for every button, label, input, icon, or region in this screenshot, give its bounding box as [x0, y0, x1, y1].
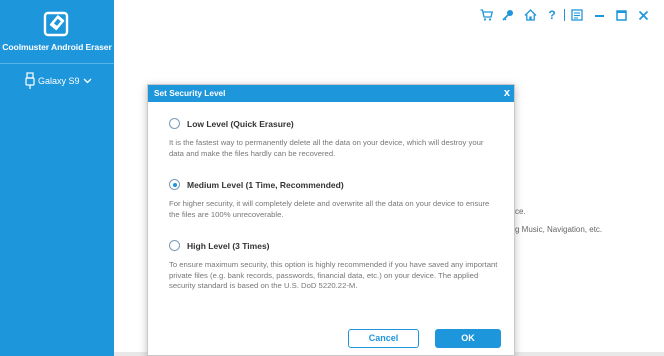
radio-medium-level[interactable]	[169, 179, 180, 190]
device-name: Galaxy S9	[38, 76, 80, 86]
maximize-icon[interactable]	[610, 6, 632, 24]
option-label: High Level (3 Times)	[187, 240, 270, 251]
minimize-icon[interactable]	[588, 6, 610, 24]
ok-button[interactable]: OK	[435, 329, 501, 348]
cart-icon[interactable]	[475, 6, 497, 24]
feedback-icon[interactable]	[566, 6, 588, 24]
device-selector[interactable]: Galaxy S9	[25, 71, 92, 91]
home-icon[interactable]	[519, 6, 541, 24]
option-low-level[interactable]: Low Level (Quick Erasure)	[169, 118, 294, 129]
help-icon[interactable]: ?	[541, 6, 563, 24]
key-icon[interactable]	[497, 6, 519, 24]
background-text-line: g Music, Navigation, etc.	[515, 225, 603, 234]
usb-icon	[25, 72, 35, 90]
option-medium-level[interactable]: Medium Level (1 Time, Recommended)	[169, 179, 344, 190]
option-description: For higher security, it will completely …	[169, 199, 490, 219]
option-description: To ensure maximum security, this option …	[169, 260, 498, 290]
dialog-close-icon[interactable]: x	[504, 85, 510, 102]
sidebar: Coolmuster Android Eraser Galaxy S9	[0, 0, 114, 356]
option-label: Low Level (Quick Erasure)	[187, 118, 294, 129]
background-text-line: ce.	[515, 207, 526, 216]
option-high-level[interactable]: High Level (3 Times)	[169, 240, 270, 251]
radio-high-level[interactable]	[169, 240, 180, 251]
security-level-dialog: Set Security Level x Low Level (Quick Er…	[147, 84, 515, 356]
option-label: Medium Level (1 Time, Recommended)	[187, 179, 344, 190]
dialog-title: Set Security Level	[148, 85, 514, 102]
radio-low-level[interactable]	[169, 118, 180, 129]
title-bar-controls: ?	[475, 6, 654, 24]
close-icon[interactable]	[632, 6, 654, 24]
app-name: Coolmuster Android Eraser	[2, 42, 112, 52]
option-description: It is the fastest way to permanently del…	[169, 138, 484, 158]
cancel-button[interactable]: Cancel	[348, 329, 419, 348]
toolbar-divider	[564, 9, 565, 21]
sidebar-divider	[0, 63, 114, 64]
app-logo-icon	[42, 10, 72, 38]
chevron-down-icon	[83, 78, 92, 84]
